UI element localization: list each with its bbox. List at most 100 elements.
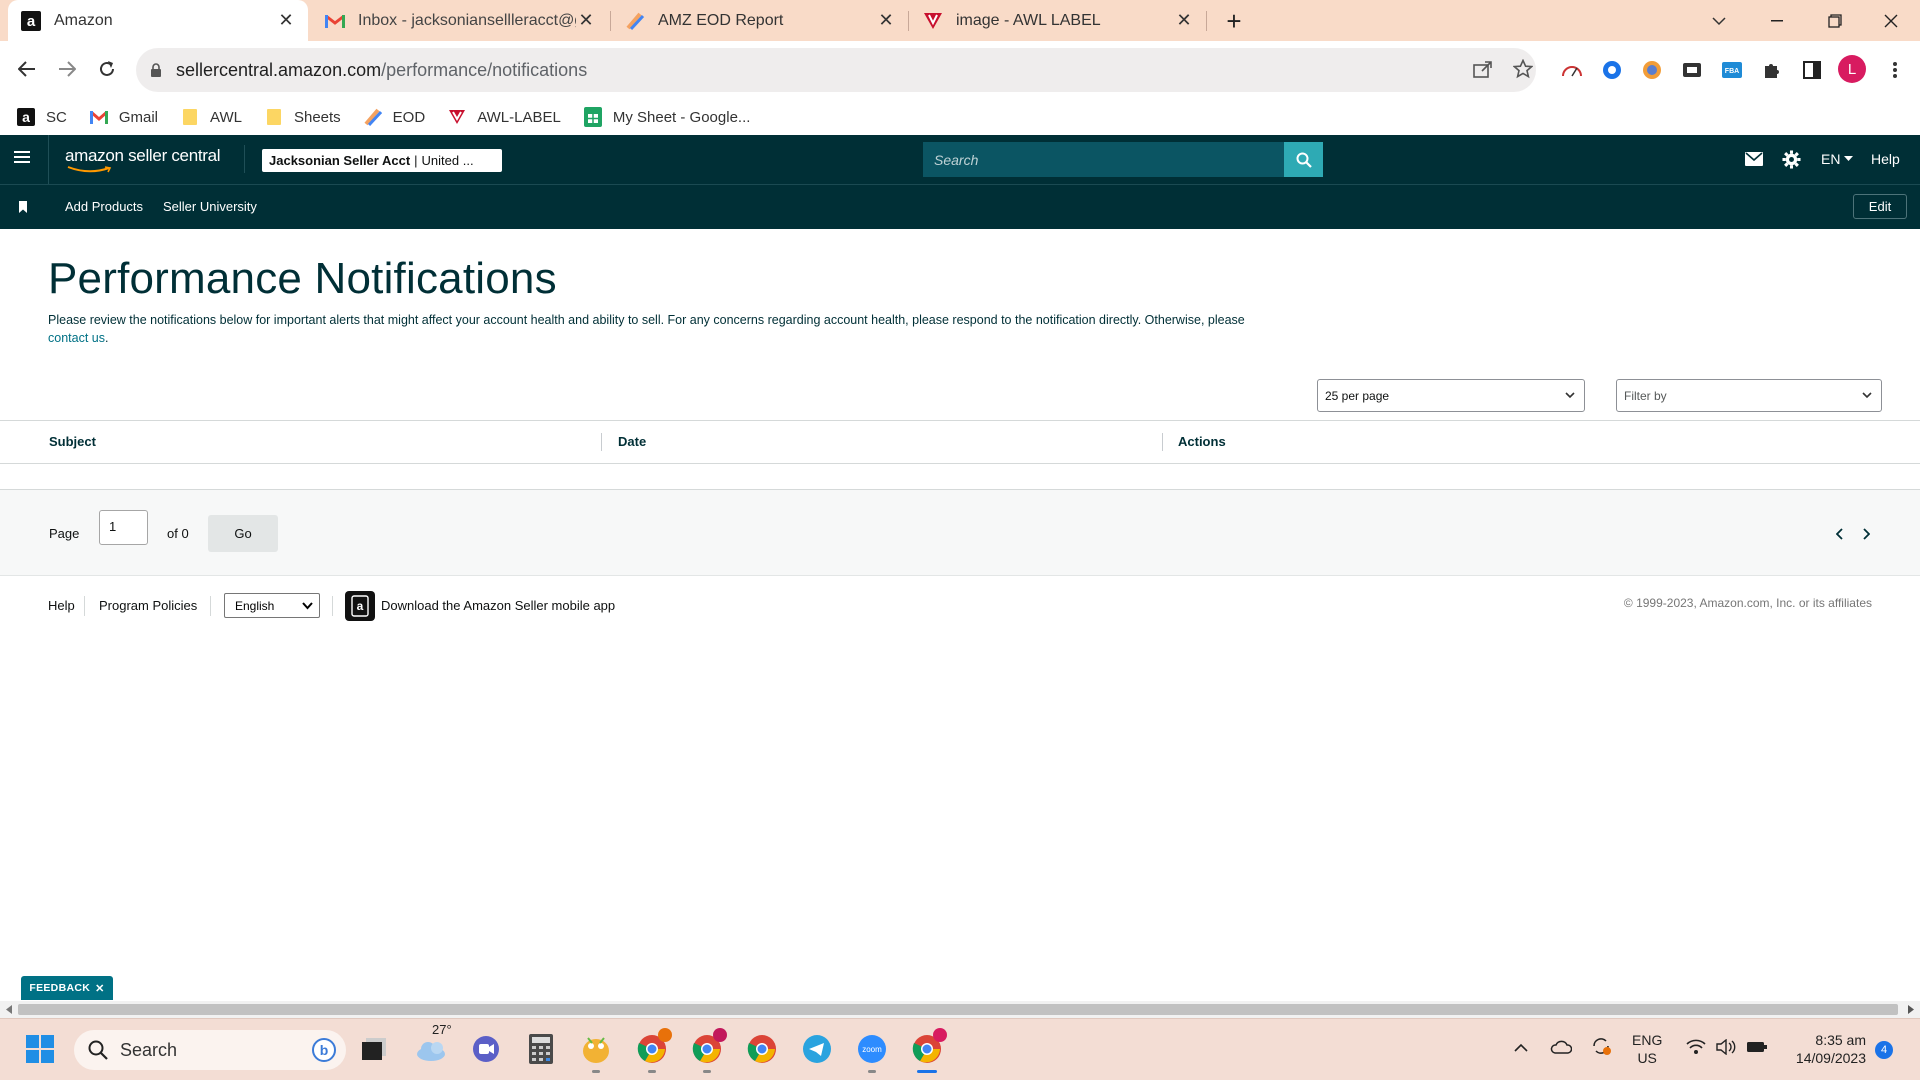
extension-blue-circle-icon[interactable] — [1600, 58, 1624, 82]
calculator-icon[interactable] — [521, 1029, 561, 1069]
bookmark-awl[interactable]: AWL — [180, 107, 242, 127]
svg-text:b: b — [320, 1042, 329, 1058]
clock[interactable]: 8:35 am 14/09/2023 — [1780, 1031, 1866, 1067]
horizontal-scrollbar[interactable] — [0, 1001, 1920, 1018]
close-tab-icon[interactable]: ✕ — [1174, 10, 1194, 31]
show-hidden-icons-chevron[interactable] — [1514, 1043, 1528, 1052]
onedrive-cloud-icon[interactable] — [1550, 1038, 1572, 1054]
amazon-seller-app-icon[interactable]: a — [345, 591, 375, 621]
tab-awl-label[interactable]: image - AWL LABEL ✕ — [910, 0, 1206, 41]
program-policies-link[interactable]: Program Policies — [99, 598, 197, 613]
bookmark-label: EOD — [392, 108, 426, 126]
extension-fba-icon[interactable]: FBA — [1720, 58, 1744, 82]
footer-language-select[interactable]: English — [224, 593, 320, 618]
share-icon[interactable] — [1472, 59, 1494, 79]
address-bar[interactable]: sellercentral.amazon.com/performance/not… — [136, 48, 1536, 92]
sync-icon[interactable] — [1590, 1036, 1612, 1056]
chrome-active-icon[interactable] — [907, 1028, 947, 1073]
notification-badge[interactable]: 4 — [1875, 1041, 1893, 1059]
close-tab-icon[interactable]: ✕ — [876, 10, 896, 31]
chrome-profile-2-icon[interactable] — [687, 1028, 727, 1073]
tab-eod-report[interactable]: AMZ EOD Report ✕ — [612, 0, 908, 41]
extensions-puzzle-icon[interactable] — [1760, 58, 1784, 82]
next-page-icon[interactable] — [1862, 528, 1870, 540]
wifi-icon[interactable] — [1686, 1039, 1706, 1055]
taskbar-search[interactable]: Search b — [74, 1030, 346, 1070]
battery-icon[interactable] — [1746, 1040, 1768, 1054]
bookmark-label: Gmail — [118, 108, 159, 126]
filter-by-select[interactable]: Filter by — [1616, 379, 1882, 412]
bookmark-sheets[interactable]: Sheets — [264, 107, 341, 127]
weather-icon[interactable]: 27° — [412, 1022, 452, 1069]
tab-title: Inbox - jacksoniansellleracct@gm — [358, 11, 576, 29]
bookmark-star-icon[interactable] — [1513, 59, 1533, 79]
bookmark-gmail[interactable]: Gmail — [89, 107, 158, 127]
close-tab-icon[interactable]: ✕ — [276, 10, 296, 31]
bookmark-label: AWL — [210, 108, 242, 126]
edit-nav-button[interactable]: Edit — [1853, 194, 1907, 219]
language-selector[interactable]: EN — [1821, 151, 1854, 167]
chrome-profile-1-icon[interactable] — [632, 1028, 672, 1073]
zoom-icon[interactable]: zoom — [852, 1029, 892, 1073]
browser-menu-icon[interactable] — [1883, 58, 1907, 82]
hamburger-menu-icon[interactable] — [14, 150, 30, 164]
prev-page-icon[interactable] — [1836, 528, 1844, 540]
subnav-seller-university[interactable]: Seller University — [163, 199, 257, 214]
browser-toolbar: sellercentral.amazon.com/performance/not… — [0, 41, 1920, 99]
bookmark-sc[interactable]: a SC — [16, 107, 67, 127]
settings-gear-icon[interactable] — [1782, 150, 1801, 169]
search-input[interactable]: Search — [923, 142, 1284, 177]
download-app-link[interactable]: Download the Amazon Seller mobile app — [381, 598, 615, 613]
contact-us-link[interactable]: contact us — [48, 331, 105, 345]
per-page-select[interactable]: 25 per page — [1317, 379, 1585, 412]
scroll-right-icon[interactable] — [1908, 1005, 1914, 1014]
close-tab-icon[interactable]: ✕ — [576, 10, 596, 31]
bookmark-eod[interactable]: EOD — [363, 107, 426, 127]
side-panel-icon[interactable] — [1800, 58, 1824, 82]
bookmark-my-sheet[interactable]: My Sheet - Google... — [583, 107, 750, 127]
amazon-a-icon: a — [20, 10, 42, 32]
subnav-add-products[interactable]: Add Products — [65, 199, 143, 214]
extension-box-icon[interactable] — [1680, 58, 1704, 82]
input-language-indicator[interactable]: ENG US — [1632, 1031, 1662, 1067]
back-button[interactable] — [9, 51, 45, 87]
mail-icon[interactable] — [1745, 152, 1763, 166]
column-date[interactable]: Date — [618, 434, 646, 449]
close-icon[interactable]: ✕ — [95, 982, 105, 995]
minimize-button[interactable] — [1748, 0, 1806, 41]
windows-start-icon[interactable] — [20, 1029, 60, 1069]
bookmark-flag-icon[interactable] — [18, 201, 28, 213]
file-explorer-icon[interactable] — [576, 1029, 616, 1073]
feedback-tab[interactable]: FEEDBACK ✕ — [21, 976, 113, 1000]
chrome-profile-3-icon[interactable] — [742, 1029, 782, 1069]
new-tab-button[interactable]: + — [1220, 6, 1248, 36]
search-button[interactable] — [1284, 142, 1323, 177]
account-switcher[interactable]: Jacksonian Seller Acct | United ... — [262, 149, 502, 172]
seller-central-logo[interactable]: amazon seller central — [65, 146, 221, 173]
scroll-left-icon[interactable] — [6, 1005, 12, 1014]
forward-button[interactable] — [49, 51, 85, 87]
meet-camera-icon[interactable] — [466, 1029, 506, 1069]
telegram-icon[interactable] — [797, 1029, 837, 1069]
reload-button[interactable] — [89, 51, 125, 87]
tab-amazon[interactable]: a Amazon ✕ — [8, 0, 308, 41]
bookmark-awl-label[interactable]: AWL-LABEL — [447, 107, 561, 127]
tab-gmail[interactable]: Inbox - jacksoniansellleracct@gm ✕ — [312, 0, 608, 41]
volume-icon[interactable] — [1716, 1039, 1738, 1055]
restore-button[interactable] — [1806, 0, 1864, 41]
footer-help-link[interactable]: Help — [48, 598, 75, 613]
tab-search-chevron-icon[interactable] — [1690, 0, 1748, 41]
url-host: sellercentral.amazon.com — [176, 59, 382, 80]
column-actions: Actions — [1178, 434, 1226, 449]
windows-taskbar: Search b 27° zoom ENG US 8:35 am 14/09/2… — [0, 1018, 1920, 1080]
profile-avatar[interactable]: L — [1838, 55, 1866, 83]
extension-orange-circle-icon[interactable] — [1640, 58, 1664, 82]
go-button[interactable]: Go — [208, 515, 278, 552]
task-view-icon[interactable] — [354, 1029, 394, 1069]
scroll-thumb[interactable] — [18, 1004, 1898, 1015]
close-window-button[interactable] — [1862, 0, 1920, 41]
page-number-input[interactable]: 1 — [99, 510, 148, 545]
column-subject[interactable]: Subject — [49, 434, 96, 449]
extension-speedometer-icon[interactable] — [1560, 58, 1584, 82]
help-link[interactable]: Help — [1871, 151, 1900, 167]
